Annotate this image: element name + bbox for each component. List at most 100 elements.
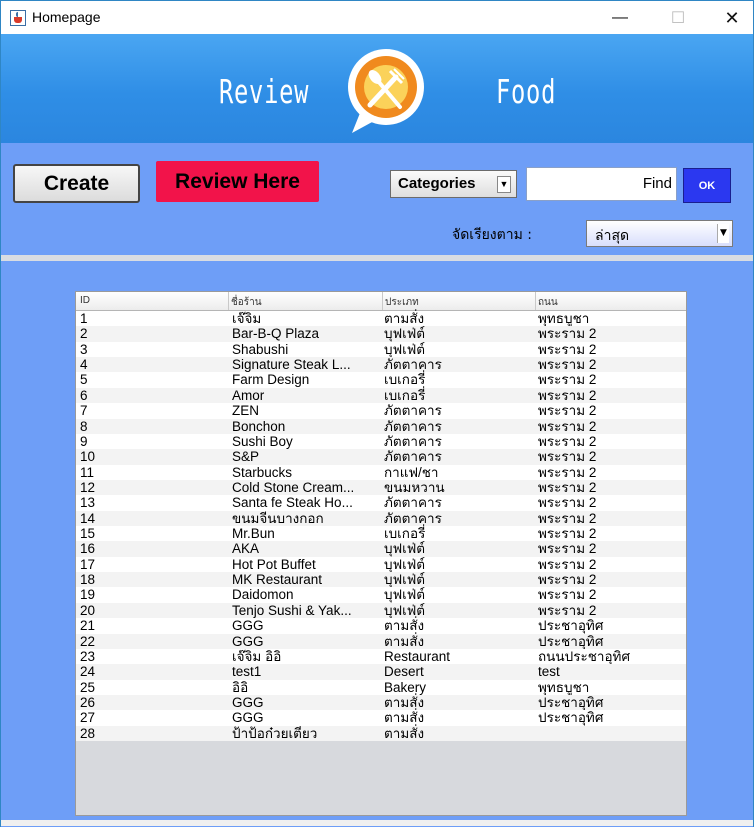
cell-name: GGG xyxy=(232,710,264,726)
cell-type: ภัตตาคาร xyxy=(384,495,442,511)
cell-type: ตามสั่ง xyxy=(384,618,425,634)
create-button[interactable]: Create xyxy=(13,164,140,203)
cell-name: AKA xyxy=(232,541,260,557)
search-input[interactable]: Find xyxy=(526,167,677,201)
cell-name: อิอิ xyxy=(232,679,249,695)
table-row[interactable]: 15 Mr.Bun เบเกอรี่ พระราม 2 xyxy=(76,526,686,542)
cell-type: เบเกอรี่ xyxy=(384,387,426,403)
cell-id: 17 xyxy=(80,556,96,572)
table-row[interactable]: 4 Signature Steak L... ภัตตาคาร พระราม 2 xyxy=(76,357,686,373)
cell-road: ประชาอุทิศ xyxy=(538,710,604,726)
table-row[interactable]: 20 Tenjo Sushi & Yak... บุฟเฟ่ต์ พระราม 2 xyxy=(76,602,686,619)
table-row[interactable]: 6 Amor เบเกอรี่ พระราม 2 xyxy=(76,387,686,404)
sort-value: ล่าสุด xyxy=(595,228,630,244)
table-row[interactable]: 27 GGG ตามสั่ง ประชาอุทิศ xyxy=(76,710,686,726)
cell-type: เบเกอรี่ xyxy=(384,372,426,388)
cell-road: พุทธบูชา xyxy=(538,311,590,326)
table-row[interactable]: 5 Farm Design เบเกอรี่ พระราม 2 xyxy=(76,372,686,388)
cell-id: 20 xyxy=(80,602,96,618)
cell-road: พระราม 2 xyxy=(538,541,597,557)
maximize-button[interactable]: ☐ xyxy=(655,1,701,35)
cell-type: กาแฟ/ชา xyxy=(384,464,439,480)
cell-id: 27 xyxy=(80,710,96,726)
window-bottom-edge xyxy=(1,820,753,826)
header-banner: Review Food xyxy=(1,34,753,143)
review-here-button[interactable]: Review Here xyxy=(156,161,319,202)
table-row[interactable]: 8 Bonchon ภัตตาคาร พระราม 2 xyxy=(76,418,686,435)
table-row[interactable]: 23 เจ๊จิม อิอิ Restaurant ถนนประชาอุทิศ xyxy=(76,648,686,665)
cell-road: ถนนประชาอุทิศ xyxy=(538,648,631,664)
cell-type: Desert xyxy=(384,664,424,680)
cell-type: บุฟเฟ่ต์ xyxy=(384,326,426,342)
cell-road: พระราม 2 xyxy=(538,510,597,526)
table-row[interactable]: 25 อิอิ Bakery พุทธบูชา xyxy=(76,679,686,696)
cell-name: Mr.Bun xyxy=(232,526,275,542)
table-row[interactable]: 7 ZEN ภัตตาคาร พระราม 2 xyxy=(76,403,686,419)
cell-name: Hot Pot Buffet xyxy=(232,556,316,572)
table-row[interactable]: 19 Daidomon บุฟเฟ่ต์ พระราม 2 xyxy=(76,587,686,603)
cell-type: ตามสั่ง xyxy=(384,710,425,726)
table-row[interactable]: 9 Sushi Boy ภัตตาคาร พระราม 2 xyxy=(76,433,686,450)
cell-id: 3 xyxy=(80,341,88,357)
cell-name: Bar-B-Q Plaza xyxy=(232,326,320,342)
cell-id: 15 xyxy=(80,526,96,542)
table-row[interactable]: 10 S&P ภัตตาคาร พระราม 2 xyxy=(76,449,686,465)
table-body: 1 เจ๊จิม ตามสั่ง พุทธบูชา 2 Bar-B-Q Plaza บุฟเ… xyxy=(76,311,686,742)
cell-id: 10 xyxy=(80,449,96,465)
restaurant-table[interactable]: ID ชื่อร้าน ประเภท ถนน 1 เจ๊จิม ตามสั่ง พุท… xyxy=(75,291,687,816)
cell-road: พระราม 2 xyxy=(538,556,597,572)
table-row[interactable]: 18 MK Restaurant บุฟเฟ่ต์ พระราม 2 xyxy=(76,572,686,588)
cell-road: พระราม 2 xyxy=(538,602,597,618)
cell-name: GGG xyxy=(232,633,264,649)
column-header-type[interactable]: ประเภท xyxy=(385,295,419,310)
column-header-name[interactable]: ชื่อร้าน xyxy=(231,295,262,310)
table-row[interactable]: 21 GGG ตามสั่ง ประชาอุทิศ xyxy=(76,618,686,634)
table-row[interactable]: 12 Cold Stone Cream... ขนมหวาน พระราม 2 xyxy=(76,479,686,496)
cell-road: พุทธบูชา xyxy=(538,679,590,695)
cell-road: พระราม 2 xyxy=(538,495,597,511)
cell-name: Sushi Boy xyxy=(232,433,293,449)
cell-road: พระราม 2 xyxy=(538,372,597,388)
table-row[interactable]: 1 เจ๊จิม ตามสั่ง พุทธบูชา xyxy=(76,311,686,327)
cell-type: เบเกอรี่ xyxy=(384,526,426,542)
cell-name: Cold Stone Cream... xyxy=(232,479,355,495)
cell-road: พระราม 2 xyxy=(538,449,597,465)
table-row[interactable]: 22 GGG ตามสั่ง ประชาอุทิศ xyxy=(76,633,686,650)
sort-dropdown[interactable]: ล่าสุด ▼ xyxy=(586,220,733,247)
cell-type: ตามสั่ง xyxy=(384,725,425,741)
cell-id: 8 xyxy=(80,418,88,434)
table-row[interactable]: 14 ขนมจีนบางกอก ภัตตาคาร พระราม 2 xyxy=(76,510,686,527)
cell-type: บุฟเฟ่ต์ xyxy=(384,341,426,357)
table-row[interactable]: 3 Shabushi บุฟเฟ่ต์ พระราม 2 xyxy=(76,341,686,358)
column-header-road[interactable]: ถนน xyxy=(538,295,558,310)
column-header-id[interactable]: ID xyxy=(80,295,90,306)
table-row[interactable]: 17 Hot Pot Buffet บุฟเฟ่ต์ พระราม 2 xyxy=(76,556,686,573)
cell-road: พระราม 2 xyxy=(538,433,597,449)
minimize-button[interactable]: — xyxy=(597,1,643,35)
close-button[interactable]: ✕ xyxy=(709,1,754,35)
table-row[interactable]: 13 Santa fe Steak Ho... ภัตตาคาร พระราม 2 xyxy=(76,495,686,511)
table-row[interactable]: 24 test1 Desert test xyxy=(76,664,686,680)
chevron-down-icon[interactable]: ▼ xyxy=(717,224,729,243)
categories-dropdown[interactable]: Categories ▼ xyxy=(390,170,517,198)
cell-id: 6 xyxy=(80,387,88,403)
table-row[interactable]: 11 Starbucks กาแฟ/ชา พระราม 2 xyxy=(76,464,686,481)
cell-id: 18 xyxy=(80,572,96,588)
cell-road: ประชาอุทิศ xyxy=(538,618,604,634)
banner-title-right: Food xyxy=(496,72,557,111)
cell-road: test xyxy=(538,664,560,680)
cell-name: GGG xyxy=(232,695,264,710)
ok-button[interactable]: OK xyxy=(683,168,731,203)
cell-id: 22 xyxy=(80,633,96,649)
cell-type: ขนมหวาน xyxy=(384,479,445,495)
table-row[interactable]: 28 ป้าป้อก๋วยเตี๋ยว ตามสั่ง xyxy=(76,725,686,742)
table-row[interactable]: 26 GGG ตามสั่ง ประชาอุทิศ xyxy=(76,695,686,711)
cell-name: Farm Design xyxy=(232,372,310,388)
cell-type: ภัตตาคาร xyxy=(384,403,442,419)
cell-road: ประชาอุทิศ xyxy=(538,633,604,649)
table-row[interactable]: 16 AKA บุฟเฟ่ต์ พระราม 2 xyxy=(76,541,686,557)
cell-name: test1 xyxy=(232,664,262,680)
chevron-down-icon[interactable]: ▼ xyxy=(497,176,511,193)
table-row[interactable]: 2 Bar-B-Q Plaza บุฟเฟ่ต์ พระราม 2 xyxy=(76,326,686,342)
title-bar[interactable]: Homepage — ☐ ✕ xyxy=(1,1,753,35)
